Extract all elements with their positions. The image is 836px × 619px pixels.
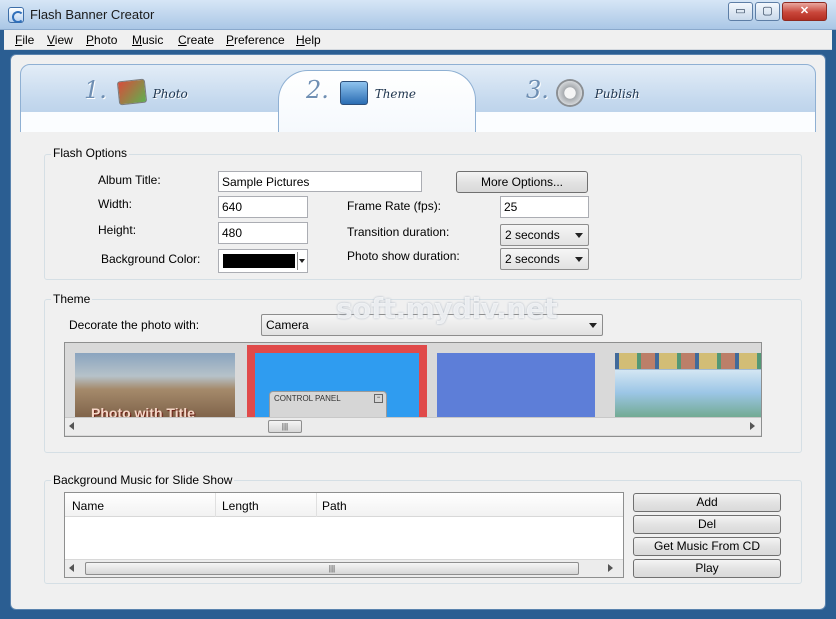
transition-duration-select[interactable]: 2 seconds — [500, 224, 589, 246]
get-music-from-cd-button[interactable]: Get Music From CD — [633, 537, 781, 556]
menu-preference-accel: P — [226, 33, 235, 47]
background-color-picker[interactable] — [218, 249, 308, 273]
menu-view-label: iew — [54, 33, 73, 47]
menu-create-label: reate — [186, 33, 215, 47]
menu-bar: File View Photo Music Create Preference … — [4, 30, 832, 50]
height-label: Height: — [98, 223, 137, 237]
menu-file-label: ile — [22, 33, 35, 47]
theme-thumb-title[interactable]: Photo with Title — [75, 353, 235, 421]
menu-photo[interactable]: Photo — [86, 33, 117, 47]
filmstrip-bar — [615, 353, 761, 369]
step-theme-number: 2. — [306, 76, 329, 104]
theme-thumb-camera[interactable]: CONTROL PANEL − — [247, 345, 427, 421]
step-photo-label: Photo — [152, 87, 188, 101]
gear-icon — [556, 79, 584, 107]
maximize-button[interactable]: ▢ — [755, 2, 780, 21]
step-publish-number: 3. — [526, 76, 549, 104]
control-panel-caption: CONTROL PANEL — [274, 394, 341, 403]
height-input[interactable]: 480 — [218, 222, 308, 244]
width-label: Width: — [98, 197, 133, 211]
minimize-button[interactable]: ▭ — [728, 2, 753, 21]
menu-help[interactable]: Help — [296, 33, 321, 47]
watermark: soft.mydiv.net — [336, 292, 558, 325]
music-label: Background Music for Slide Show — [51, 473, 235, 487]
scroll-thumb[interactable]: ||| — [85, 562, 579, 575]
photo-show-duration-label: Photo show duration: — [347, 249, 460, 263]
column-separator — [215, 493, 216, 517]
photo-show-duration-select[interactable]: 2 seconds — [500, 248, 589, 270]
chevron-down-icon — [575, 257, 583, 262]
menu-help-label: elp — [304, 33, 321, 47]
scroll-left-icon[interactable] — [69, 564, 74, 572]
thumb-camera-preview: CONTROL PANEL − — [255, 353, 419, 421]
menu-create-accel: C — [178, 33, 187, 47]
column-separator — [316, 493, 317, 517]
delete-music-button[interactable]: Del — [633, 515, 781, 534]
album-title-label: Album Title: — [98, 173, 161, 187]
step-publish-label: Publish — [594, 87, 640, 101]
scroll-thumb[interactable]: ||| — [268, 420, 302, 433]
menu-music-label: usic — [142, 33, 164, 47]
theme-strip-scrollbar[interactable]: ||| — [65, 417, 761, 435]
theme-thumb-filmstrip[interactable] — [615, 353, 761, 419]
scroll-right-icon[interactable] — [750, 422, 755, 430]
music-list-scrollbar[interactable]: ||| — [65, 559, 623, 577]
chevron-down-icon — [299, 259, 305, 263]
menu-photo-label: hoto — [94, 33, 118, 47]
menu-preference[interactable]: Preference — [226, 33, 285, 47]
menu-music[interactable]: Music — [132, 33, 163, 47]
step-photo-number: 1. — [84, 76, 107, 104]
music-list[interactable]: Name Length Path ||| — [64, 492, 624, 578]
step-theme-label: Theme — [374, 87, 417, 101]
photo-show-duration-value: 2 seconds — [505, 252, 560, 266]
picker-divider — [297, 252, 298, 270]
chevron-down-icon — [589, 323, 597, 328]
photo-icon — [116, 78, 148, 106]
frame-rate-input[interactable]: 25 — [500, 196, 589, 218]
menu-music-accel: M — [132, 33, 142, 47]
play-music-button[interactable]: Play — [633, 559, 781, 578]
menu-view[interactable]: View — [47, 33, 73, 47]
album-title-input[interactable]: Sample Pictures — [218, 171, 422, 192]
more-options-button[interactable]: More Options... — [456, 171, 588, 193]
color-swatch — [223, 254, 295, 268]
transition-duration-value: 2 seconds — [505, 228, 560, 242]
width-input[interactable]: 640 — [218, 196, 308, 218]
theme-label: Theme — [51, 292, 93, 306]
chevron-down-icon — [575, 233, 583, 238]
menu-photo-accel: P — [86, 33, 95, 47]
close-button[interactable]: ✕ — [782, 2, 827, 21]
theme-icon — [340, 81, 368, 105]
menu-help-accel: H — [296, 33, 305, 47]
app-icon — [8, 7, 24, 23]
scroll-left-icon[interactable] — [69, 422, 74, 430]
column-length[interactable]: Length — [222, 499, 259, 513]
minus-icon: − — [374, 394, 383, 403]
scroll-right-icon[interactable] — [608, 564, 613, 572]
music-list-header: Name Length Path — [65, 493, 623, 517]
background-color-label: Background Color: — [101, 252, 201, 266]
menu-view-accel: V — [47, 33, 55, 47]
add-music-button[interactable]: Add — [633, 493, 781, 512]
menu-preference-label: reference — [234, 33, 285, 47]
decorate-value: Camera — [266, 318, 309, 332]
theme-thumb-plain[interactable] — [437, 353, 595, 419]
menu-create[interactable]: Create — [178, 33, 214, 47]
column-path[interactable]: Path — [322, 499, 347, 513]
transition-duration-label: Transition duration: — [347, 225, 450, 239]
window-title: Flash Banner Creator — [30, 7, 155, 22]
flash-options-label: Flash Options — [51, 146, 130, 160]
column-name[interactable]: Name — [72, 499, 104, 513]
decorate-label: Decorate the photo with: — [69, 318, 200, 332]
menu-file[interactable]: File — [15, 33, 34, 47]
frame-rate-label: Frame Rate (fps): — [347, 199, 442, 213]
